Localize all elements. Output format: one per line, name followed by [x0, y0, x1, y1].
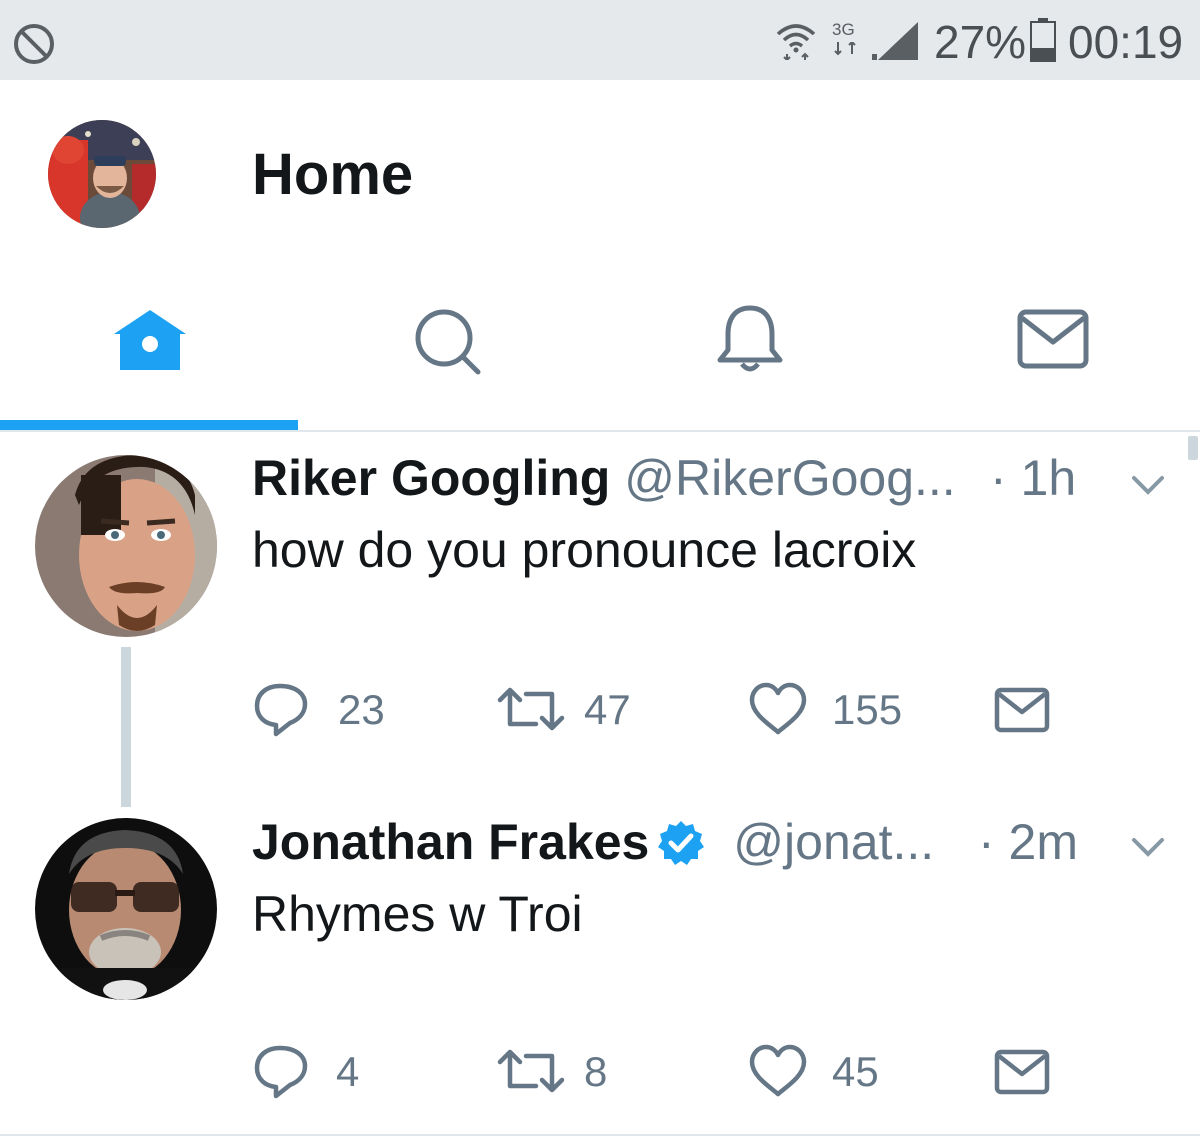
retweet-button[interactable]: 8	[496, 1042, 636, 1102]
tweet-header: Jonathan Frakes @jonat... · 2m	[252, 812, 1112, 872]
tweet-time[interactable]: · 1h	[990, 448, 1076, 508]
profile-avatar[interactable]	[48, 120, 156, 228]
wifi-icon	[776, 24, 816, 60]
retweet-button[interactable]: 47	[496, 680, 656, 740]
like-button[interactable]: 45	[748, 1042, 898, 1102]
tab-messages[interactable]	[900, 270, 1200, 430]
reply-icon	[254, 683, 308, 737]
home-icon	[114, 310, 186, 370]
status-bar: 3G 27% 00:19	[0, 0, 1200, 80]
bell-icon	[717, 305, 783, 372]
active-tab-indicator	[0, 420, 298, 430]
mail-icon	[994, 687, 1050, 733]
retweet-icon	[497, 687, 565, 731]
retweet-count: 8	[584, 1048, 608, 1095]
mail-icon	[994, 1049, 1050, 1095]
page-title: Home	[252, 142, 414, 207]
reply-count: 23	[338, 686, 385, 733]
tweet-time[interactable]: · 2m	[978, 812, 1078, 872]
app-header: Home	[0, 80, 1200, 270]
tweet-text: how do you pronounce lacroix	[252, 522, 917, 578]
avatar[interactable]	[35, 455, 217, 637]
heart-icon	[749, 1044, 807, 1097]
tab-notifications[interactable]	[600, 270, 900, 430]
author-handle[interactable]: @RikerGoog...	[624, 450, 955, 506]
scrollbar[interactable]	[1188, 436, 1198, 460]
signal-icon	[872, 22, 918, 60]
reply-count: 4	[336, 1048, 360, 1095]
tweet-header: Riker Googling @RikerGoog... · 1h	[252, 448, 1112, 508]
like-button[interactable]: 155	[748, 680, 918, 740]
author-handle[interactable]: @jonat...	[733, 814, 934, 870]
thread-line	[121, 647, 131, 807]
author-name[interactable]: Jonathan Frakes	[252, 814, 649, 870]
author-name[interactable]: Riker Googling	[252, 450, 610, 506]
network-type: 3G	[828, 18, 868, 58]
retweet-count: 47	[584, 686, 631, 733]
battery-percent: 27%	[934, 16, 1027, 68]
clock: 00:19	[1068, 16, 1184, 68]
share-dm-button[interactable]	[994, 1042, 1054, 1102]
share-dm-button[interactable]	[994, 680, 1054, 740]
search-icon	[415, 309, 481, 375]
verified-badge-icon	[658, 821, 705, 865]
tab-search[interactable]	[300, 270, 600, 430]
tab-home[interactable]	[0, 270, 300, 430]
chevron-down-icon[interactable]	[1128, 470, 1168, 500]
reply-button[interactable]: 23	[252, 680, 412, 740]
reply-icon	[254, 1045, 308, 1099]
divider	[0, 1134, 1200, 1136]
retweet-icon	[497, 1049, 565, 1093]
heart-icon	[749, 682, 807, 735]
block-icon	[14, 24, 54, 64]
tab-bar	[0, 270, 1200, 432]
like-count: 155	[832, 686, 903, 733]
like-count: 45	[832, 1048, 879, 1095]
avatar[interactable]	[35, 818, 217, 1000]
tweet-text: Rhymes w Troi	[252, 886, 583, 942]
battery-icon	[1030, 18, 1056, 62]
data-arrows-icon	[834, 42, 856, 56]
chevron-down-icon[interactable]	[1128, 832, 1168, 862]
mail-icon	[1017, 309, 1089, 369]
reply-button[interactable]: 4	[252, 1042, 392, 1102]
